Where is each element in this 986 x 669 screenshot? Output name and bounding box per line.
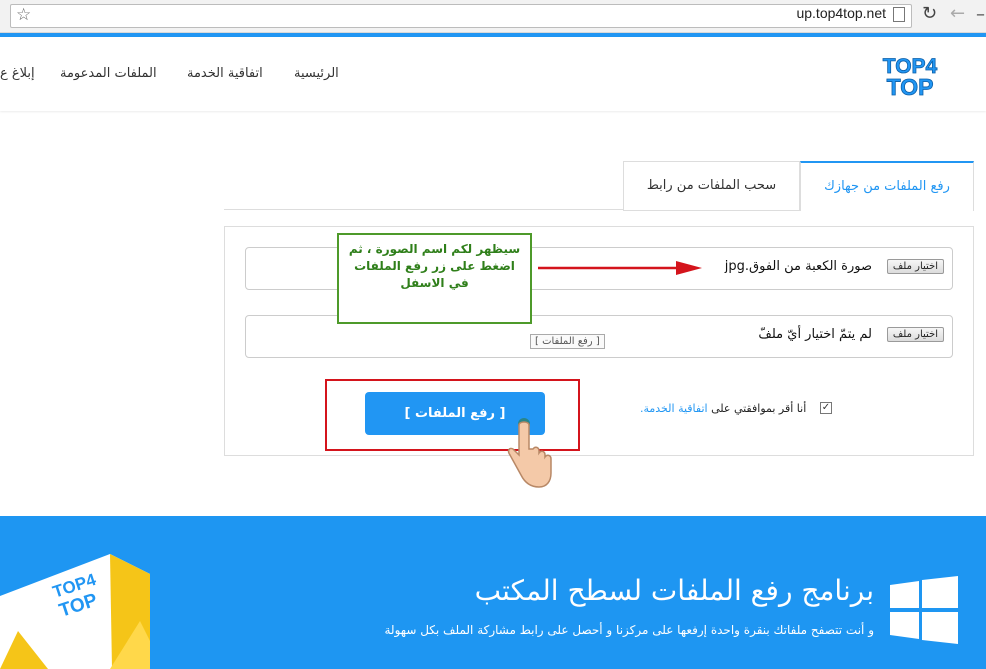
banner-title: برنامج رفع الملفات لسطح المكتب xyxy=(474,574,874,607)
no-file-selected-text: لم يتمّ اختيار أيّ ملفّ xyxy=(758,327,872,342)
tab-label: رفع الملفات من جهازك xyxy=(824,179,950,194)
software-box-icon: TOP4 TOP xyxy=(0,554,150,669)
agree-checkbox[interactable]: ✓ xyxy=(820,402,832,414)
terms-link[interactable]: اتفاقية الخدمة. xyxy=(640,402,708,415)
top4top-logo[interactable]: TOP4 TOP xyxy=(872,52,948,98)
agree-text: أنا أقر بموافقتي على xyxy=(711,402,807,415)
choose-file-button[interactable]: اختيار ملف xyxy=(886,327,944,342)
bookmark-star-icon[interactable]: ☆ xyxy=(16,5,31,25)
choose-file-button[interactable]: اختيار ملف xyxy=(886,259,944,274)
logo-text-line2: TOP xyxy=(887,74,934,98)
nav-home[interactable]: الرئيسية xyxy=(294,66,339,81)
banner-subtitle: و أنت تتصفح ملفاتك بنقرة واحدة إرفعها عل… xyxy=(384,623,875,637)
tab-fetch-from-link[interactable]: سحب الملفات من رابط xyxy=(623,161,800,211)
address-bar[interactable] xyxy=(10,4,912,28)
reload-icon[interactable]: ↻ xyxy=(922,3,937,24)
tab-upload-from-device[interactable]: رفع الملفات من جهازك xyxy=(800,161,974,211)
annotation-note: سيظهر لكم اسم الصورة ، ثم اضغط على زر رف… xyxy=(337,233,532,324)
back-arrow-icon[interactable]: ← xyxy=(950,3,965,24)
nav-terms[interactable]: اتفاقية الخدمة xyxy=(187,66,263,81)
desktop-app-banner: برنامج رفع الملفات لسطح المكتب و أنت تتص… xyxy=(0,516,986,669)
selected-file-name: صورة الكعبة من الفوق.jpg xyxy=(724,259,872,274)
pointing-hand-icon xyxy=(507,418,552,488)
nav-report[interactable]: إبلاغ ع xyxy=(0,66,35,81)
windows-logo-icon xyxy=(890,576,958,644)
tab-label: سحب الملفات من رابط xyxy=(646,178,777,193)
terms-agreement: أنا أقر بموافقتي على اتفاقية الخدمة. xyxy=(640,402,806,415)
upload-tooltip: [ رفع الملفات ] xyxy=(530,334,605,349)
nav-supported-files[interactable]: الملفات المدعومة xyxy=(60,66,157,81)
red-arrow-icon xyxy=(538,261,702,275)
menu-icon[interactable]: – xyxy=(976,4,985,25)
url-text[interactable]: up.top4top.net xyxy=(796,5,886,21)
page-icon xyxy=(893,7,905,22)
